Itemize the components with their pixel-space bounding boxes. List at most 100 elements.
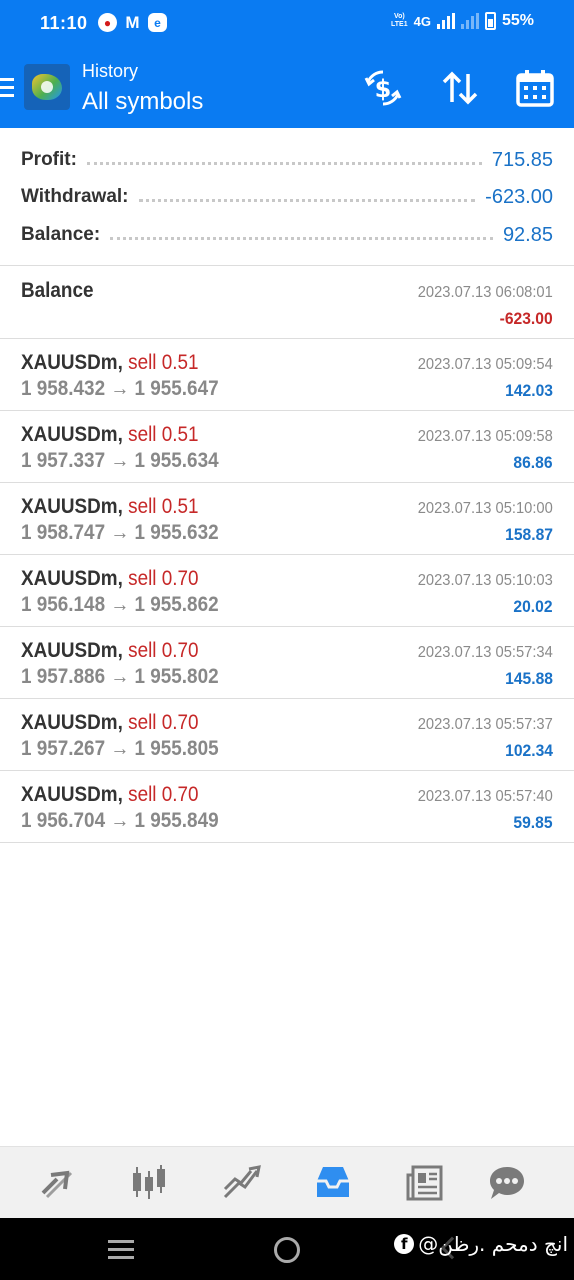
entry-amount: -623.00 bbox=[499, 309, 553, 328]
symbol-name: XAUUSDm, bbox=[21, 567, 123, 590]
open-price: 1 957.886 bbox=[21, 665, 106, 688]
svg-text:$: $ bbox=[375, 75, 392, 103]
trade-icon[interactable] bbox=[221, 1163, 261, 1203]
deal-symbol: XAUUSDm, sell 0.51 bbox=[21, 351, 199, 375]
profit-label: Profit: bbox=[21, 149, 77, 170]
deal-profit: 102.34 bbox=[505, 741, 553, 760]
arrow-icon: → bbox=[110, 737, 130, 760]
deal-prices: 1 957.267 → 1 955.805 bbox=[21, 737, 219, 761]
status-time: 11:10 bbox=[40, 13, 88, 33]
deal-prices: 1 956.148 → 1 955.862 bbox=[21, 593, 219, 617]
arrow-icon: → bbox=[110, 665, 130, 688]
status-bar: 11:10 ● M e Vo) LTE1 4G 55% bbox=[0, 0, 574, 48]
deal-prices: 1 958.747 → 1 955.632 bbox=[21, 521, 219, 545]
currency-swap-icon[interactable]: $ bbox=[363, 68, 403, 108]
deal-row[interactable]: XAUUSDm, sell 0.70 1 957.886 → 1 955.802 2… bbox=[0, 627, 574, 699]
open-price: 1 958.432 bbox=[21, 377, 106, 400]
deal-row[interactable]: XAUUSDm, sell 0.70 1 956.148 → 1 955.862 2… bbox=[0, 555, 574, 627]
symbol-name: XAUUSDm, bbox=[21, 351, 123, 374]
open-price: 1 958.747 bbox=[21, 521, 106, 544]
system-navigation-bar: f انچ دمحم .رظن@ bbox=[0, 1218, 574, 1280]
arrow-icon: → bbox=[110, 377, 130, 400]
history-icon[interactable] bbox=[313, 1163, 353, 1203]
notification-icons: ● M e bbox=[98, 13, 167, 32]
deal-profit: 20.02 bbox=[513, 597, 553, 616]
deal-symbol: XAUUSDm, sell 0.51 bbox=[21, 423, 199, 447]
close-price: 1 955.862 bbox=[134, 593, 219, 616]
deal-profit: 59.85 bbox=[513, 813, 553, 832]
close-price: 1 955.632 bbox=[134, 521, 219, 544]
close-price: 1 955.802 bbox=[134, 665, 219, 688]
deal-profit: 142.03 bbox=[505, 381, 553, 400]
symbol-name: XAUUSDm, bbox=[21, 639, 123, 662]
deal-time: 2023.07.13 05:57:37 bbox=[417, 716, 553, 733]
leader-dots bbox=[110, 236, 493, 240]
app-bar: History All symbols $ bbox=[0, 48, 574, 128]
battery-icon bbox=[484, 12, 496, 30]
history-summary: Profit: 715.85 Withdrawal: -623.00 Balan… bbox=[0, 128, 574, 266]
recent-apps-icon[interactable] bbox=[108, 1240, 134, 1264]
balance-label: Balance: bbox=[21, 224, 101, 245]
profit-value: 715.85 bbox=[491, 148, 553, 171]
app-logo bbox=[24, 64, 70, 110]
open-price: 1 957.337 bbox=[21, 449, 106, 472]
leader-dots bbox=[138, 198, 476, 202]
balance-entry[interactable]: Balance 2023.07.13 06:08:01 -623.00 bbox=[0, 267, 574, 339]
deal-row[interactable]: XAUUSDm, sell 0.51 1 957.337 → 1 955.634 2… bbox=[0, 411, 574, 483]
symbol-name: XAUUSDm, bbox=[21, 783, 123, 806]
deal-side: sell 0.51 bbox=[128, 495, 199, 518]
deal-time: 2023.07.13 05:10:03 bbox=[417, 572, 553, 589]
deal-side: sell 0.70 bbox=[128, 711, 199, 734]
balance-row: Balance: 92.85 bbox=[21, 220, 553, 250]
news-icon[interactable] bbox=[405, 1163, 445, 1203]
signal-icon bbox=[436, 13, 455, 29]
symbol-name: XAUUSDm, bbox=[21, 711, 123, 734]
menu-icon[interactable] bbox=[0, 78, 14, 98]
history-list: Balance 2023.07.13 06:08:01 -623.00 XAUU… bbox=[0, 267, 574, 843]
deal-prices: 1 956.704 → 1 955.849 bbox=[21, 809, 219, 833]
deal-side: sell 0.70 bbox=[128, 783, 199, 806]
deal-prices: 1 957.886 → 1 955.802 bbox=[21, 665, 219, 689]
deal-time: 2023.07.13 05:57:40 bbox=[417, 788, 553, 805]
quotes-icon[interactable] bbox=[37, 1163, 77, 1203]
app-e-icon: e bbox=[148, 13, 167, 32]
open-price: 1 956.704 bbox=[21, 809, 106, 832]
balance-entry-label: Balance bbox=[21, 279, 94, 302]
symbol-name: XAUUSDm, bbox=[21, 495, 123, 518]
arrow-icon: → bbox=[110, 449, 130, 472]
deal-row[interactable]: XAUUSDm, sell 0.70 1 957.267 → 1 955.805 2… bbox=[0, 699, 574, 771]
deal-row[interactable]: XAUUSDm, sell 0.70 1 956.704 → 1 955.849 2… bbox=[0, 771, 574, 843]
deal-prices: 1 958.432 → 1 955.647 bbox=[21, 377, 219, 401]
home-icon[interactable] bbox=[274, 1237, 300, 1263]
deal-time: 2023.07.13 05:57:34 bbox=[417, 644, 553, 661]
open-price: 1 957.267 bbox=[21, 737, 106, 760]
sort-icon[interactable] bbox=[440, 68, 480, 108]
arrow-icon: → bbox=[110, 809, 130, 832]
watermark-text: انچ دمحم .رظن@ bbox=[418, 1232, 568, 1256]
battery-percent: 55% bbox=[501, 12, 534, 29]
withdrawal-row: Withdrawal: -623.00 bbox=[21, 182, 553, 212]
deal-prices: 1 957.337 → 1 955.634 bbox=[21, 449, 219, 473]
deal-symbol: XAUUSDm, sell 0.70 bbox=[21, 567, 199, 591]
watermark: f انچ دمحم .رظن@ bbox=[394, 1232, 568, 1256]
gmail-icon: M bbox=[125, 12, 140, 32]
arrow-icon: → bbox=[110, 521, 130, 544]
status-right: Vo) LTE1 4G 55% bbox=[391, 12, 534, 30]
chart-icon[interactable] bbox=[129, 1163, 169, 1203]
deal-profit: 86.86 bbox=[513, 453, 553, 472]
calendar-icon[interactable] bbox=[515, 68, 555, 108]
deal-side: sell 0.70 bbox=[128, 567, 199, 590]
deal-symbol: XAUUSDm, sell 0.51 bbox=[21, 495, 199, 519]
symbol-filter[interactable]: All symbols bbox=[82, 88, 203, 116]
open-price: 1 956.148 bbox=[21, 593, 106, 616]
deal-symbol: XAUUSDm, sell 0.70 bbox=[21, 639, 199, 663]
deal-side: sell 0.70 bbox=[128, 639, 199, 662]
deal-row[interactable]: XAUUSDm, sell 0.51 1 958.747 → 1 955.632 2… bbox=[0, 483, 574, 555]
leader-dots bbox=[86, 161, 482, 165]
entry-time: 2023.07.13 06:08:01 bbox=[417, 284, 553, 301]
facebook-icon: f bbox=[394, 1234, 415, 1254]
chat-icon[interactable] bbox=[487, 1163, 527, 1203]
bottom-navigation bbox=[0, 1146, 574, 1218]
deal-time: 2023.07.13 05:09:54 bbox=[417, 356, 553, 373]
deal-row[interactable]: XAUUSDm, sell 0.51 1 958.432 → 1 955.647 2… bbox=[0, 339, 574, 411]
